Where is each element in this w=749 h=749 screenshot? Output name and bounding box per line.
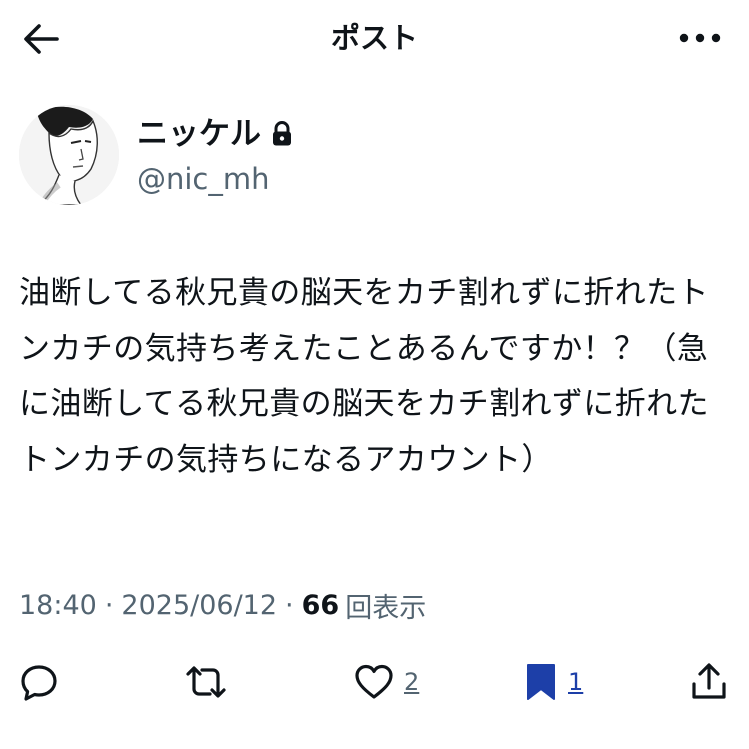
bookmark-count: 1 [568, 668, 584, 696]
reply-button[interactable] [19, 656, 69, 708]
tweet-text: 油断してる秋兄貴の脳天をカチ割れずに折れたトンカチの気持ち考えたことあるんですか… [19, 275, 709, 478]
avatar-illustration [19, 105, 119, 205]
avatar[interactable] [19, 105, 119, 205]
tweet-time[interactable]: 18:40 [19, 590, 97, 621]
more-icon [679, 33, 721, 43]
tweet-meta: 18:40 · 2025/06/12 · 66 回表示 [19, 586, 426, 624]
share-button[interactable] [690, 656, 728, 708]
more-options-button[interactable] [675, 20, 725, 56]
share-icon [692, 663, 726, 699]
views-count[interactable]: 66 [302, 590, 340, 621]
meta-separator: · [104, 589, 114, 621]
views-label: 回表示 [345, 592, 427, 624]
like-button[interactable]: 2 [354, 656, 419, 708]
action-bar: 2 1 [0, 656, 749, 708]
retweet-button[interactable] [184, 656, 238, 708]
top-bar: ポスト [0, 0, 749, 78]
like-icon [355, 664, 393, 699]
bookmark-icon [527, 664, 555, 700]
author-name-row: ニッケル [137, 114, 295, 154]
user-handle[interactable]: @nic_mh [137, 160, 270, 198]
page-title: ポスト [330, 21, 418, 55]
tweet-date[interactable]: 2025/06/12 [121, 590, 277, 621]
display-name[interactable]: ニッケル [137, 114, 261, 154]
meta-separator: · [285, 589, 294, 621]
retweet-icon [186, 666, 226, 698]
bookmark-button[interactable]: 1 [524, 656, 583, 708]
reply-icon [21, 665, 57, 701]
lock-icon [271, 120, 295, 148]
like-count: 2 [404, 668, 420, 696]
